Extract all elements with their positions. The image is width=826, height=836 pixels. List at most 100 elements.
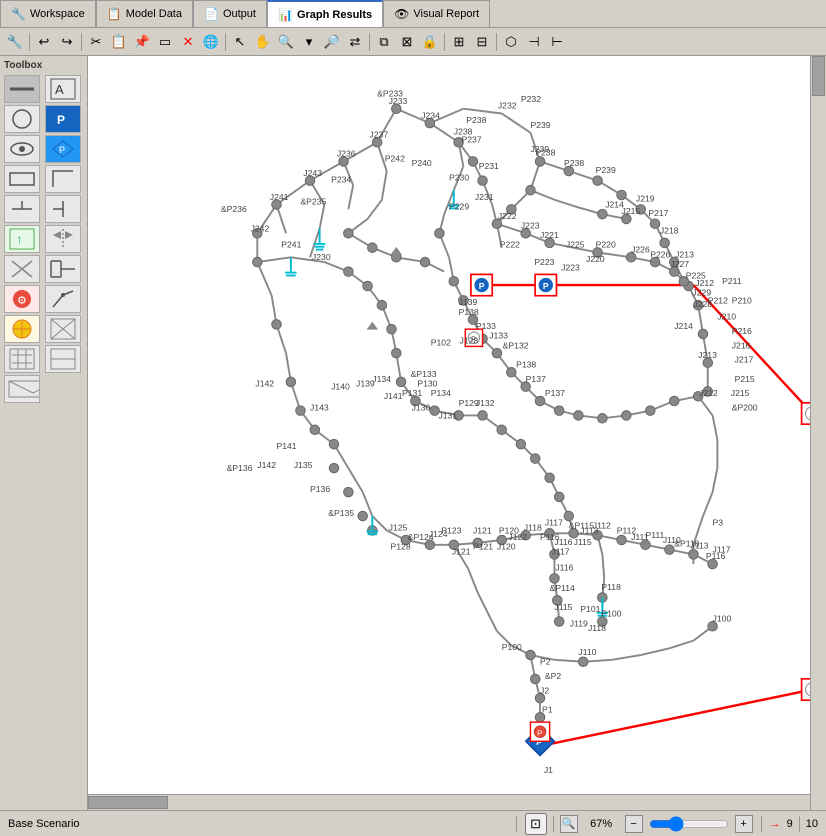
svg-text:P128: P128 xyxy=(391,542,411,552)
toolbar-group[interactable]: ⊞ xyxy=(448,31,470,53)
status-sep-4 xyxy=(799,816,800,832)
svg-text:P234: P234 xyxy=(331,175,351,185)
svg-text:P2: P2 xyxy=(540,657,551,667)
tool-mirror[interactable] xyxy=(45,225,81,253)
tool-connect[interactable] xyxy=(45,255,81,283)
svg-text:P242: P242 xyxy=(385,153,405,163)
scroll-thumb-vertical[interactable] xyxy=(812,56,825,96)
svg-text:J139: J139 xyxy=(459,297,478,307)
svg-text:J217: J217 xyxy=(735,355,754,365)
status-center: ⊡ 🔍 67% − + xyxy=(525,813,753,835)
svg-text:J142: J142 xyxy=(255,379,274,389)
tool-circle-yellow[interactable] xyxy=(4,315,40,343)
tool-spray[interactable] xyxy=(45,285,81,313)
toolbar-rect[interactable]: ▭ xyxy=(154,31,176,53)
tab-output[interactable]: 📄 Output xyxy=(193,0,267,27)
svg-text:J130: J130 xyxy=(412,403,431,413)
tool-junction[interactable]: P xyxy=(45,105,81,133)
tab-graph-results[interactable]: 📊 Graph Results xyxy=(267,0,383,27)
svg-text:J219: J219 xyxy=(636,194,655,204)
model-data-icon: 📋 xyxy=(107,7,122,21)
toolbar-distribute[interactable]: ⊢ xyxy=(546,31,568,53)
svg-text:P: P xyxy=(543,281,549,291)
tab-model-data[interactable]: 📋 Model Data xyxy=(96,0,193,27)
tool-plug[interactable] xyxy=(45,345,81,373)
zoom-slider[interactable] xyxy=(649,816,729,832)
tool-eye[interactable] xyxy=(4,135,40,163)
tool-arrow-green[interactable]: ↑ xyxy=(4,225,40,253)
tool-clamp[interactable] xyxy=(4,195,40,223)
toolbar-undo[interactable]: ↩ xyxy=(33,31,55,53)
tool-angle[interactable] xyxy=(45,165,81,193)
tool-grid[interactable] xyxy=(4,345,40,373)
svg-text:P138: P138 xyxy=(459,307,479,317)
toolbox-label: Toolbox xyxy=(4,60,83,71)
tool-text[interactable]: A xyxy=(45,75,81,103)
toolbar-select[interactable]: ↖ xyxy=(229,31,251,53)
zoom-level: 67% xyxy=(584,818,619,830)
status-sep-3 xyxy=(761,816,762,832)
fit-to-window-button[interactable]: ⊡ xyxy=(525,813,547,835)
toolbar-copy2[interactable]: ⧉ xyxy=(373,31,395,53)
toolbar-flip[interactable]: ⇄ xyxy=(344,31,366,53)
toolbar-new[interactable]: 🔧 xyxy=(4,31,26,53)
output-icon: 📄 xyxy=(204,7,219,21)
svg-text:J116: J116 xyxy=(555,563,573,573)
svg-text:J210: J210 xyxy=(717,312,736,322)
tool-cross[interactable] xyxy=(45,315,81,343)
svg-text:J133: J133 xyxy=(489,331,508,341)
svg-text:J125: J125 xyxy=(389,522,408,532)
tab-workspace[interactable]: 🔧 Workspace xyxy=(0,0,96,27)
zoom-plus-button[interactable]: + xyxy=(735,815,753,833)
toolbar-arrange[interactable]: ⊟ xyxy=(471,31,493,53)
toolbar-align[interactable]: ⊣ xyxy=(523,31,545,53)
status-bar: Base Scenario ⊡ 🔍 67% − + → 9 10 xyxy=(0,810,826,836)
svg-text:J226: J226 xyxy=(631,244,650,254)
toolbar-shape1[interactable]: ⬡ xyxy=(500,31,522,53)
scroll-thumb-horizontal[interactable] xyxy=(88,796,168,809)
svg-text:J243: J243 xyxy=(303,168,322,178)
tool-pipe[interactable] xyxy=(4,75,40,103)
toolbar-zoom-dropdown[interactable]: ▾ xyxy=(298,31,320,53)
svg-text:P238: P238 xyxy=(466,115,486,125)
tool-circle[interactable] xyxy=(4,105,40,133)
toolbar-lock[interactable]: 🔒 xyxy=(419,31,441,53)
tool-pump[interactable]: ⚙ xyxy=(4,285,40,313)
svg-text:J227: J227 xyxy=(670,259,689,269)
svg-text:J218: J218 xyxy=(660,225,679,235)
zoom-out-button[interactable]: − xyxy=(625,815,643,833)
svg-text:J118: J118 xyxy=(588,623,606,633)
toolbar-redo[interactable]: ↪ xyxy=(56,31,78,53)
svg-text:P226: P226 xyxy=(650,249,670,259)
zoom-in-button[interactable]: 🔍 xyxy=(560,815,578,833)
tool-cut[interactable] xyxy=(4,255,40,283)
tool-split[interactable] xyxy=(45,195,81,223)
canvas-area[interactable]: P P P J J P P xyxy=(88,56,826,810)
toolbar-zoom[interactable]: 🔍 xyxy=(275,31,297,53)
toolbar-cut2[interactable]: ⊠ xyxy=(396,31,418,53)
toolbar-paste[interactable]: 📌 xyxy=(131,31,153,53)
svg-text:P138: P138 xyxy=(516,359,536,369)
tool-valve[interactable]: P xyxy=(45,135,81,163)
status-right: → 9 10 xyxy=(770,816,818,832)
toolbar-cut[interactable]: ✂ xyxy=(85,31,107,53)
scrollbar-vertical[interactable] xyxy=(810,56,826,810)
svg-text:P118: P118 xyxy=(601,582,621,592)
tool-envelope[interactable] xyxy=(4,375,40,403)
scrollbar-horizontal[interactable] xyxy=(88,794,810,810)
svg-text:P238: P238 xyxy=(535,148,555,158)
svg-text:J223: J223 xyxy=(561,263,580,273)
tab-visual-report[interactable]: 👁 Visual Report xyxy=(383,0,490,27)
svg-text:P: P xyxy=(57,113,65,127)
tool-rect[interactable] xyxy=(4,165,40,193)
toolbar-delete[interactable]: ✕ xyxy=(177,31,199,53)
toolbar-copy[interactable]: 📋 xyxy=(108,31,130,53)
svg-text:P241: P241 xyxy=(281,240,301,250)
toolbar-pan[interactable]: ✋ xyxy=(252,31,274,53)
svg-text:J113: J113 xyxy=(691,541,709,551)
svg-text:P130: P130 xyxy=(417,379,437,389)
svg-text:P212: P212 xyxy=(708,295,728,305)
toolbar-scenario[interactable]: 🌐 xyxy=(200,31,222,53)
toolbar-find[interactable]: 🔎 xyxy=(321,31,343,53)
network-svg: P P P J J P P xyxy=(88,56,810,794)
